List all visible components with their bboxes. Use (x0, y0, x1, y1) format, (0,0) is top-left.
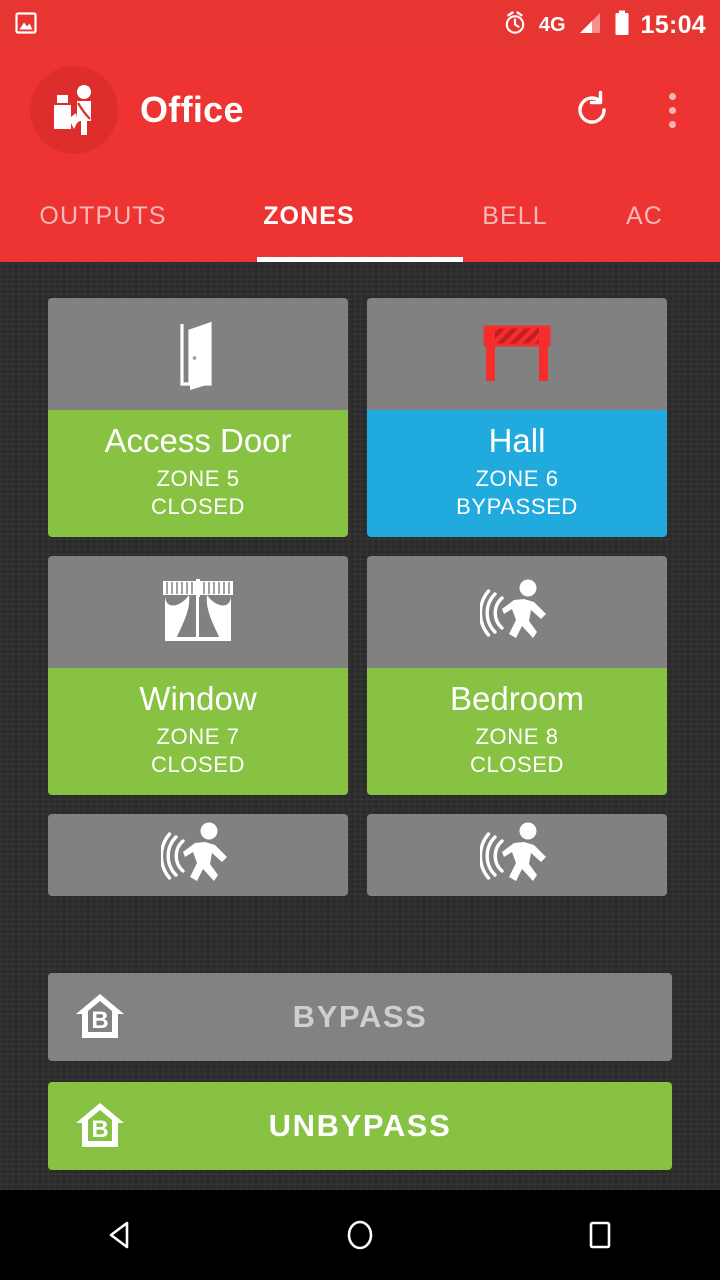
motion-sensor-icon (480, 822, 546, 881)
tab-ac[interactable]: AC (618, 170, 720, 262)
zone-icon-area (48, 555, 348, 668)
curtains-icon (163, 578, 233, 641)
tab-outputs[interactable]: OUTPUTS (0, 170, 206, 262)
zone-number: ZONE 7 (156, 723, 240, 749)
zone-card-bedroom[interactable]: Bedroom ZONE 8 CLOSED (367, 555, 667, 795)
zone-state: CLOSED (150, 493, 246, 519)
zone-name: Access Door (104, 422, 292, 459)
tab-bell[interactable]: BELL (412, 170, 618, 262)
overflow-menu-icon[interactable] (646, 84, 698, 136)
zone-number: ZONE 6 (475, 465, 559, 491)
zone-state: BYPASSED (456, 493, 578, 519)
zone-icon-area (367, 298, 667, 410)
zone-icon-area (48, 813, 348, 896)
app-root: 4G 15:04 Office OUTPUTS ZONES BELL AC Ac… (0, 0, 720, 1280)
zone-card-partial-left[interactable] (48, 813, 348, 896)
page-title: Office (140, 89, 244, 130)
house-bypass-icon: B (74, 1099, 126, 1154)
zone-number: ZONE 5 (156, 465, 240, 491)
signal-icon (575, 11, 603, 40)
zone-body: Hall ZONE 6 BYPASSED (367, 410, 667, 537)
recents-square-icon[interactable] (545, 1190, 655, 1280)
tab-bar: OUTPUTS ZONES BELL AC (0, 170, 720, 262)
home-circle-icon[interactable] (305, 1190, 415, 1280)
bypass-button-label: BYPASS (292, 999, 428, 1034)
unbypass-button[interactable]: B UNBYPASS (48, 1082, 672, 1170)
zone-card-access-door[interactable]: Access Door ZONE 5 CLOSED (48, 298, 348, 537)
zone-state: CLOSED (469, 751, 565, 777)
svg-text:B: B (91, 1007, 108, 1034)
zone-name: Window (139, 679, 257, 717)
family-avatar-icon (54, 85, 91, 135)
zone-grid: Access Door ZONE 5 CLOSED Hall ZONE 6 BY… (48, 298, 672, 896)
zone-icon-area (367, 813, 667, 896)
network-type-label: 4G (538, 14, 566, 36)
zone-number: ZONE 8 (475, 723, 559, 749)
zone-card-window[interactable]: Window ZONE 7 CLOSED (48, 555, 348, 795)
zone-body: Window ZONE 7 CLOSED (48, 667, 348, 795)
zone-name: Bedroom (450, 679, 584, 717)
system-nav-bar (0, 1190, 720, 1280)
refresh-icon[interactable] (566, 84, 618, 136)
motion-sensor-icon (480, 579, 546, 638)
avatar[interactable] (30, 66, 118, 154)
alarm-clock-icon (502, 10, 528, 41)
zone-state: CLOSED (150, 751, 246, 777)
app-bar: Office (0, 50, 720, 170)
open-door-icon (180, 321, 212, 390)
svg-text:B: B (91, 1116, 108, 1143)
status-bar-right: 4G 15:04 (502, 10, 706, 41)
image-icon (14, 11, 38, 40)
bypass-button[interactable]: B BYPASS (48, 973, 672, 1061)
zone-body: Access Door ZONE 5 CLOSED (48, 410, 348, 537)
tab-zones[interactable]: ZONES (206, 170, 412, 262)
status-bar: 4G 15:04 (0, 0, 720, 50)
app-bar-actions (566, 84, 698, 136)
back-triangle-icon[interactable] (65, 1190, 175, 1280)
zone-card-hall[interactable]: Hall ZONE 6 BYPASSED (367, 298, 667, 537)
status-bar-left (14, 11, 38, 40)
zone-name: Hall (488, 422, 546, 459)
zone-body: Bedroom ZONE 8 CLOSED (367, 667, 667, 795)
zone-card-partial-right[interactable] (367, 813, 667, 896)
house-bypass-icon: B (74, 990, 126, 1045)
barrier-icon (483, 325, 551, 381)
battery-icon (614, 10, 630, 41)
zones-content: Access Door ZONE 5 CLOSED Hall ZONE 6 BY… (0, 262, 720, 1190)
motion-sensor-icon (161, 822, 227, 881)
action-bar: B BYPASS B UNBYPASS (48, 973, 672, 1170)
unbypass-button-label: UNBYPASS (268, 1108, 452, 1143)
zone-icon-area (367, 555, 667, 668)
zone-icon-area (48, 298, 348, 410)
status-bar-clock: 15:04 (640, 10, 706, 39)
